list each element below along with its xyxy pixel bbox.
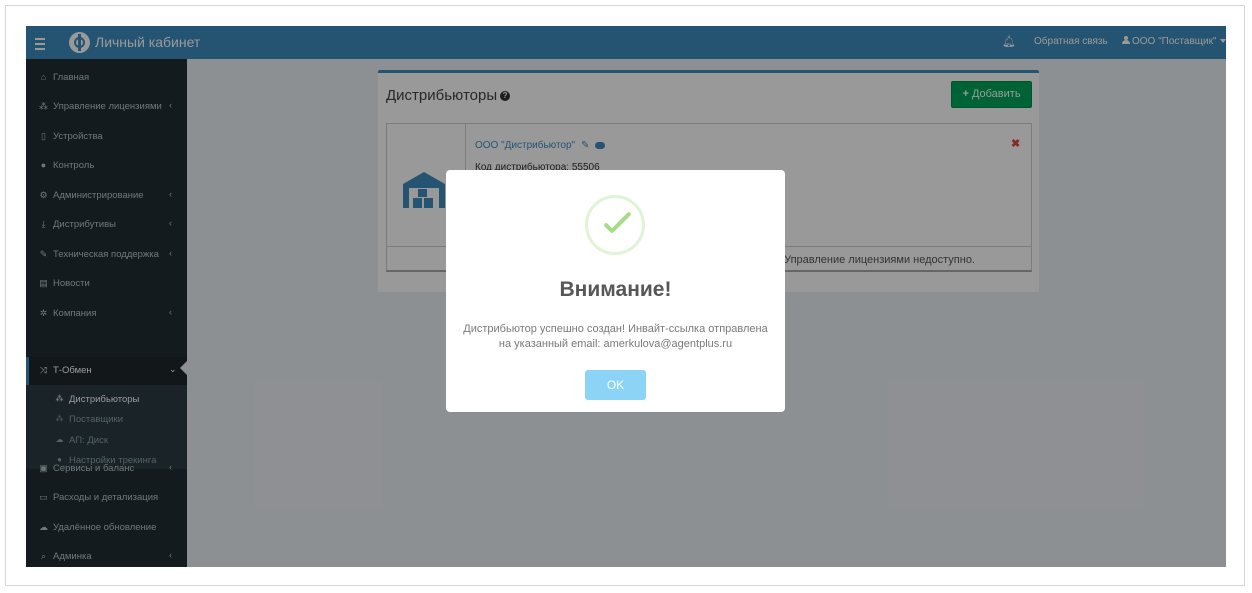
modal-title: Внимание! — [559, 278, 672, 301]
success-check-icon — [585, 195, 645, 255]
alert-modal: Внимание! Дистрибьютор успешно создан! И… — [446, 170, 785, 412]
ok-button[interactable]: OK — [585, 370, 646, 400]
app-window: Личный кабинет 🔔︎ Обратная связь ООО "По… — [26, 26, 1226, 567]
modal-message: Дистрибьютор успешно создан! Инвайт-ссыл… — [463, 323, 768, 350]
